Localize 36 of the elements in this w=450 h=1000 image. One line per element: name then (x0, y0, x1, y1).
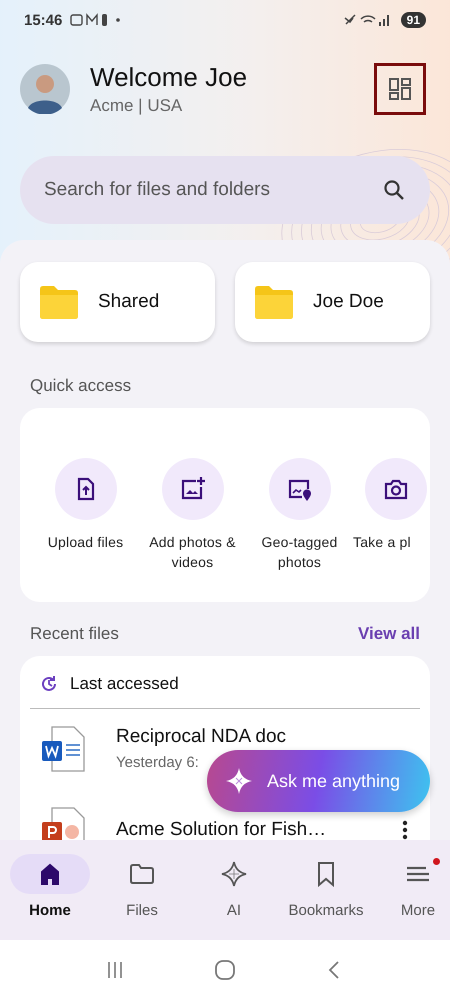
more-options-icon[interactable] (402, 820, 408, 840)
nav-tab[interactable]: Bookmarks (280, 840, 372, 940)
file-name: Reciprocal NDA doc (116, 726, 288, 748)
status-time: 15:46 (24, 12, 62, 28)
folder-icon (40, 285, 78, 319)
quick-action[interactable]: Geo-tagged photos (246, 458, 353, 572)
welcome-title: Welcome Joe (90, 62, 248, 93)
organization-label: Acme | USA (90, 96, 184, 116)
view-all-link[interactable]: View all (358, 624, 420, 644)
sparkle-icon (225, 767, 253, 795)
file-date: Yesterday 6: (116, 754, 199, 771)
folder-card[interactable]: Shared (20, 262, 215, 342)
add-image-icon (180, 476, 206, 502)
section-title: Recent files (30, 624, 119, 644)
nav-tab[interactable]: Home (4, 840, 96, 940)
grid-icon (388, 77, 412, 101)
search-field[interactable]: Search for files and folders (20, 156, 430, 224)
search-icon (382, 178, 406, 202)
folder-card[interactable]: Joe Doe (235, 262, 430, 342)
ask-ai-button[interactable]: Ask me anything (207, 750, 430, 812)
nav-tab[interactable]: Files (96, 840, 188, 940)
quick-action[interactable]: Upload files (32, 458, 139, 552)
ai-sparkle-icon (220, 860, 248, 888)
section-label: Last accessed (70, 674, 179, 694)
battery-level: 91 (400, 12, 426, 28)
word-document-icon (40, 725, 86, 773)
section-title: Quick access (30, 376, 132, 396)
file-name: Acme Solution for Fish… (116, 818, 328, 840)
history-icon (40, 675, 58, 693)
avatar-icon (20, 64, 70, 114)
nav-tab[interactable]: AI (188, 840, 280, 940)
folder-icon (255, 285, 293, 319)
home-icon[interactable] (214, 959, 236, 981)
layout-button[interactable] (374, 63, 426, 115)
quick-action[interactable]: Add photos & videos (139, 458, 246, 572)
nav-tab[interactable]: More (372, 840, 450, 940)
